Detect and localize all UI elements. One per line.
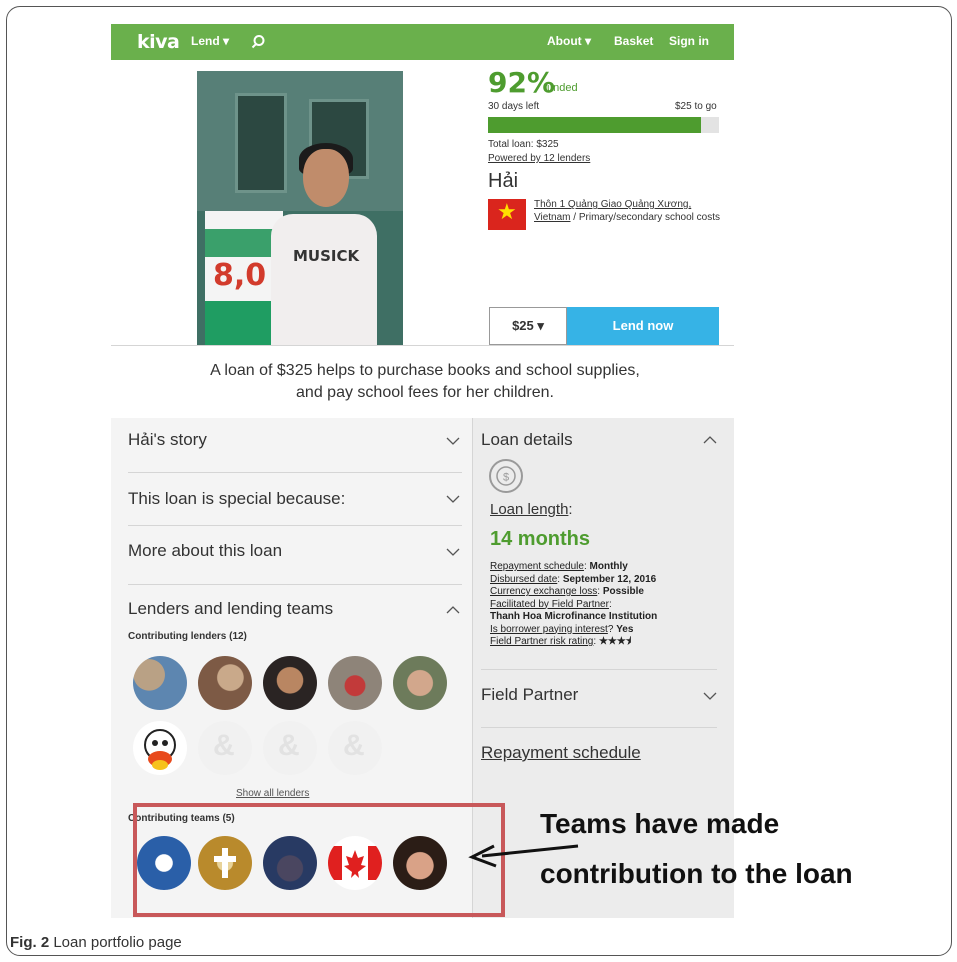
borrower-photo: 8,0 MUSICK [197,71,403,345]
loan-length-label: Loan length: [490,501,573,518]
loan-details-title[interactable]: Loan details [481,430,573,450]
chevron-down-icon[interactable] [446,547,460,557]
powered-by-lenders-link[interactable]: Powered by 12 lenders [488,153,590,164]
vietnam-flag-icon: ★ [488,199,526,230]
chevron-down-icon[interactable] [703,691,717,701]
nav-basket[interactable]: Basket [614,34,653,48]
lender-avatar[interactable] [133,656,187,710]
nav-sign-in[interactable]: Sign in [669,34,709,48]
lender-avatar[interactable] [263,656,317,710]
figure-caption: Fig. 2 Loan portfolio page [10,934,182,951]
repayment-schedule-link[interactable]: Repayment schedule [481,743,641,763]
borrower-location: Thôn 1 Quảng Giao Quảng Xương, Vietnam /… [534,198,724,224]
borrower-name: Hải [488,170,519,192]
nav-lend[interactable]: Lend ▾ [191,34,229,48]
loan-length-value: 14 months [490,528,591,550]
chevron-down-icon[interactable] [446,494,460,504]
loan-category: / Primary/secondary school costs [570,212,721,223]
total-loan: Total loan: $325 [488,139,559,150]
field-partner-title[interactable]: Field Partner [481,685,578,705]
top-navbar: kiva Lend ▾ About ▾ Basket Sign in [111,24,734,60]
lenders-section-title[interactable]: Lenders and lending teams [128,599,333,619]
days-left: 30 days left [488,101,540,112]
story-section-title[interactable]: Hải's story [128,430,207,450]
annotation-line-1: Teams have made [540,808,780,839]
funding-progress-bar [488,117,719,133]
show-all-lenders-link[interactable]: Show all lenders [236,788,309,799]
anonymous-lender-avatar[interactable]: & [263,721,317,775]
chevron-down-icon[interactable] [446,436,460,446]
anonymous-lender-avatar[interactable]: & [328,721,382,775]
teams-highlight-box [133,803,505,917]
funding-progress-fill [488,117,701,133]
loan-description: A loan of $325 helps to purchase books a… [210,362,640,401]
lender-avatar[interactable] [393,656,447,710]
repayment-cycle-icon: $ [489,459,523,493]
anonymous-lender-avatar[interactable]: & [198,721,252,775]
amount-to-go: $25 to go [675,101,717,112]
kiva-logo[interactable]: kiva [137,31,180,53]
chevron-up-icon[interactable] [446,605,460,615]
divider [111,345,734,346]
svg-text:$: $ [503,472,509,484]
search-icon[interactable] [249,33,267,51]
risk-rating-stars: ★★★⯨ [598,636,632,647]
nav-about[interactable]: About ▾ [547,34,591,48]
annotation-line-2: contribution to the loan [540,858,853,889]
contributing-lenders-label: Contributing lenders (12) [128,631,247,642]
chevron-up-icon[interactable] [703,435,717,445]
special-section-title[interactable]: This loan is special because: [128,489,345,509]
lender-avatar[interactable] [198,656,252,710]
more-section-title[interactable]: More about this loan [128,541,282,561]
lender-avatar[interactable] [328,656,382,710]
lender-avatar[interactable] [133,721,187,775]
funded-label: funded [544,82,578,94]
loan-details-list: Repayment schedule: Monthly Disbursed da… [490,561,658,647]
lend-now-button[interactable]: Lend now [567,307,719,345]
lend-amount-select[interactable]: $25 ▾ [489,307,567,345]
